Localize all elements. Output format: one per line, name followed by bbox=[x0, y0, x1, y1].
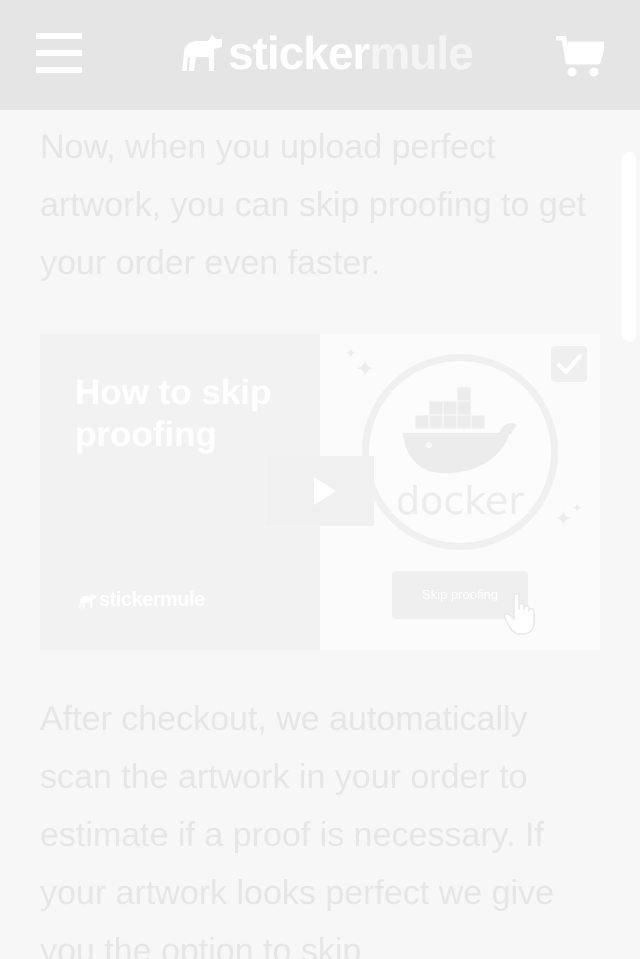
logo-text-sticker: sticker bbox=[228, 27, 370, 79]
menu-bar bbox=[36, 33, 82, 39]
menu-bar bbox=[36, 50, 82, 56]
video-logo-text-mule: mule bbox=[160, 589, 205, 611]
sparkle-icon: ✦ bbox=[355, 356, 376, 383]
top-header: sticker mule bbox=[0, 0, 640, 110]
intro-paragraph: Now, when you upload perfect artwork, yo… bbox=[40, 128, 587, 282]
shopping-cart-icon[interactable] bbox=[556, 35, 606, 78]
mule-logo-icon bbox=[182, 35, 222, 71]
video-title: How to skip proofing bbox=[75, 373, 272, 454]
video-player[interactable]: How to skip proofing sticker mule ✦ ✦ ✦ ✦… bbox=[40, 334, 600, 650]
hamburger-menu-icon[interactable] bbox=[36, 33, 82, 73]
checkout-paragraph: After checkout, we automatically scan th… bbox=[40, 700, 554, 959]
docker-label: docker bbox=[396, 479, 524, 523]
docker-sticker: docker bbox=[362, 354, 558, 550]
video-logo-text-sticker: sticker bbox=[99, 589, 161, 611]
checkmark-icon bbox=[557, 354, 582, 374]
mule-logo-icon bbox=[79, 593, 96, 608]
video-stickermule-logo: sticker mule bbox=[77, 589, 205, 612]
scrollbar[interactable] bbox=[622, 152, 636, 342]
sparkle-icon: ✦ bbox=[554, 506, 573, 531]
logo-text-mule: mule bbox=[369, 27, 473, 79]
docker-whale-icon bbox=[403, 386, 517, 474]
hand-pointer-icon bbox=[503, 593, 535, 635]
checkbox-checked[interactable] bbox=[551, 346, 587, 382]
menu-bar bbox=[36, 67, 82, 73]
play-button[interactable] bbox=[266, 456, 374, 526]
sparkle-icon: ✦ bbox=[572, 501, 583, 515]
stickermule-logo[interactable]: sticker mule bbox=[178, 27, 474, 79]
